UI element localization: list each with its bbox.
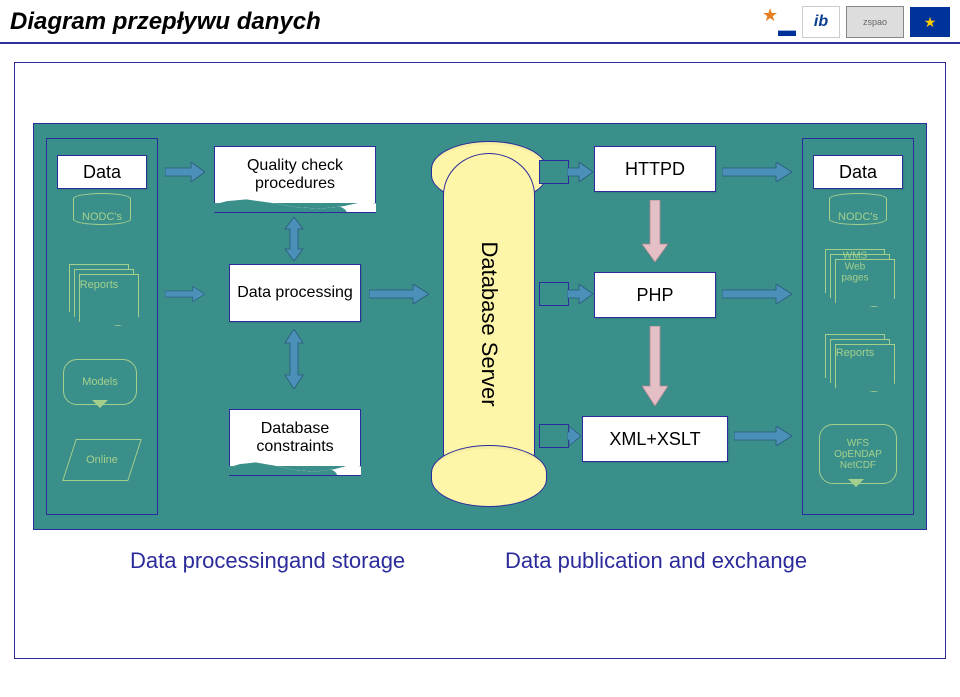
left-reports-label: Reports [80,279,119,291]
arrow-right-icon [165,160,205,184]
arrow-right-icon [165,282,205,306]
quality-check-doc: Quality check procedures [214,146,376,203]
php-box: PHP [594,272,716,318]
right-reports-stack-icon: Reports [825,334,885,382]
eu-flag-icon: ★ [910,7,950,37]
left-nodc-cylinder-icon: NODC's [73,193,131,225]
zsp-logo-icon: zspao [846,6,904,38]
right-wfs-label: WFS OpENDAP NetCDF [820,425,896,483]
left-data-box: Data [57,155,147,189]
logo-group: ib zspao ★ [760,6,950,38]
arrow-right-icon [567,160,593,184]
db-cylinder-bottom-icon [431,445,547,507]
right-data-box: Data [813,155,903,189]
database-server: Database Server [439,149,539,499]
slide-frame: Data NODC's Reports Models Online Data [14,62,946,659]
page-title: Diagram przepływu danych [10,8,760,36]
arrow-right-icon [722,160,792,184]
slide-header: Diagram przepływu danych ib zspao ★ [0,0,960,44]
caption-right: Data publication and exchange [505,548,807,574]
quality-check-label: Quality check procedures [215,147,375,203]
arrow-down-icon [642,326,668,406]
right-wms-label: WMS Web pages [840,251,870,284]
arrow-right-icon [369,282,429,306]
arrow-ud-icon [281,334,307,384]
right-column: Data NODC's WMS Web pages Reports WFS Op… [802,138,914,515]
connector-stub [539,424,569,448]
arrow-right-icon [567,424,581,448]
arrow-down-icon [642,200,668,262]
left-column: Data NODC's Reports Models Online [46,138,158,515]
db-constraints-doc: Database constraints [229,409,361,466]
right-wms-stack-icon: WMS Web pages [825,249,885,297]
database-server-label: Database Server [476,241,502,406]
right-nodc-label: NODC's [830,211,886,223]
httpd-box: HTTPD [594,146,716,192]
right-wfs-bubble-icon: WFS OpENDAP NetCDF [819,424,897,484]
arrow-right-icon [734,424,792,448]
xml-xslt-box: XML+XSLT [582,416,728,462]
right-nodc-cylinder-icon: NODC's [829,193,887,225]
db-constraints-label: Database constraints [230,410,360,466]
left-reports-stack-icon: Reports [69,264,129,316]
left-models-bubble-icon: Models [63,359,137,405]
arrow-ud-icon [281,214,307,264]
arrow-right-icon [567,282,593,306]
ib-logo-icon: ib [802,6,840,38]
left-online-label: Online [70,440,134,480]
star-logo-icon [760,7,796,37]
data-processing-box: Data processing [229,264,361,322]
connector-stub [539,160,569,184]
arrow-right-icon [722,282,792,306]
left-nodc-label: NODC's [74,211,130,223]
left-online-para-icon: Online [62,439,142,481]
diagram-canvas: Data NODC's Reports Models Online Data [33,123,927,530]
right-reports-label: Reports [836,347,875,359]
left-models-label: Models [64,360,136,404]
connector-stub [539,282,569,306]
caption-left: Data processingand storage [130,548,405,574]
